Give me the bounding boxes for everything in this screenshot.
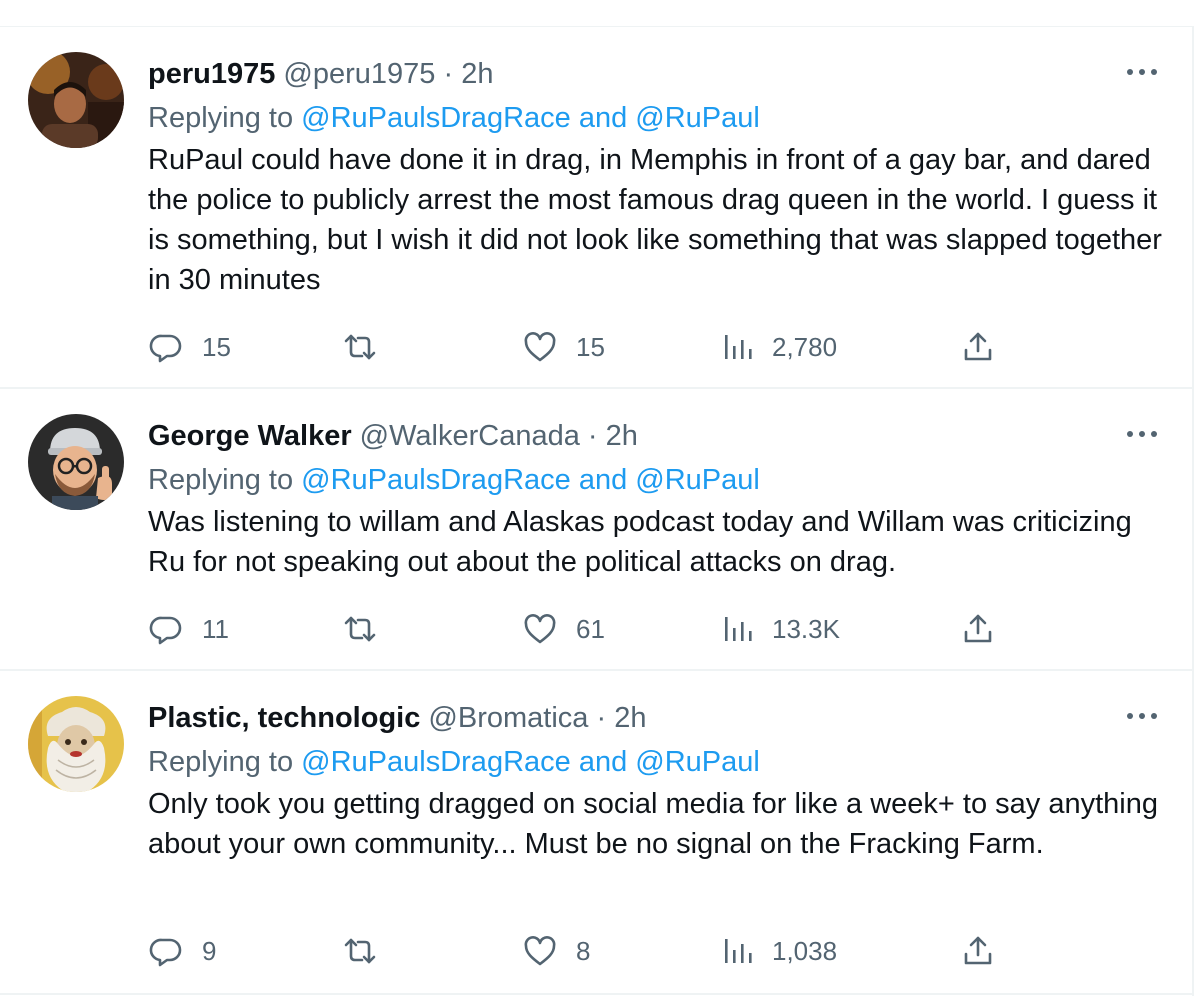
reply-count: 15 [202,331,231,362]
share-icon [960,611,996,647]
heart-icon [522,933,558,969]
tweet-header: Plastic, technologic @Bromatica · 2h [148,698,646,738]
display-name[interactable]: peru1975 [148,58,275,90]
replying-to: Replying to @RuPaulsDragRace and @RuPaul [148,742,760,782]
replying-to: Replying to @RuPaulsDragRace and @RuPaul [148,460,760,500]
separator-dot: · [443,58,454,90]
tweet-header: George Walker @WalkerCanada · 2h [148,416,638,456]
replying-to: Replying to @RuPaulsDragRace and @RuPaul [148,98,760,138]
reply-count: 11 [202,613,229,644]
tweet-3[interactable]: Plastic, technologic @Bromatica · 2h Rep… [0,671,1194,995]
replying-to-link[interactable]: @RuPaulsDragRace and @RuPaul [301,102,760,134]
heart-icon [522,611,558,647]
share-icon [960,933,996,969]
tweet-text: Only took you getting dragged on social … [148,788,1158,860]
views-icon [722,933,754,969]
timestamp[interactable]: 2h [461,58,493,90]
views-count: 1,038 [772,935,838,966]
retweet-button[interactable] [340,931,398,971]
tweet-text: Was listening to willam and Alaskas podc… [148,506,1132,578]
user-handle[interactable]: @Bromatica [428,702,588,734]
timestamp[interactable]: 2h [614,702,646,734]
like-button[interactable]: 15 [522,327,605,367]
share-button[interactable] [960,327,996,367]
views-count: 13.3K [772,613,840,644]
views-button[interactable]: 2,780 [722,327,837,367]
timestamp[interactable]: 2h [606,420,638,452]
like-count: 8 [576,935,591,966]
user-handle[interactable]: @peru1975 [283,58,435,90]
like-button[interactable]: 8 [522,931,590,971]
reply-icon [148,329,184,365]
action-bar: 9 8 1,038 [148,931,1028,971]
reply-button[interactable]: 15 [148,327,231,367]
action-bar: 11 61 13.3K [148,609,1028,649]
display-name[interactable]: George Walker [148,420,352,452]
share-button[interactable] [960,609,996,649]
reply-button[interactable]: 11 [148,609,229,649]
views-button[interactable]: 1,038 [722,931,837,971]
like-count: 15 [576,331,605,362]
retweet-button[interactable] [340,327,398,367]
retweet-icon [340,933,380,969]
reply-count: 9 [202,935,217,966]
avatar[interactable] [28,696,124,792]
replying-to-link[interactable]: @RuPaulsDragRace and @RuPaul [301,746,760,778]
share-button[interactable] [960,931,996,971]
separator-dot: · [596,702,607,734]
replying-to-link[interactable]: @RuPaulsDragRace and @RuPaul [301,464,760,496]
heart-icon [522,329,558,365]
tweet-text: RuPaul could have done it in drag, in Me… [148,144,1162,296]
reply-icon [148,611,184,647]
more-icon[interactable] [1122,701,1162,731]
like-count: 61 [576,613,605,644]
like-button[interactable]: 61 [522,609,605,649]
reply-icon [148,933,184,969]
separator-dot: · [587,420,598,452]
reply-button[interactable]: 9 [148,931,216,971]
more-icon[interactable] [1122,419,1162,449]
views-button[interactable]: 13.3K [722,609,840,649]
replying-prefix: Replying to [148,102,294,134]
tweet-header: peru1975 @peru1975 · 2h [148,54,493,94]
views-count: 2,780 [772,331,838,362]
views-icon [722,611,754,647]
retweet-icon [340,611,380,647]
retweet-icon [340,329,380,365]
views-icon [722,329,754,365]
avatar[interactable] [28,52,124,148]
share-icon [960,329,996,365]
more-icon[interactable] [1122,57,1162,87]
tweet-1[interactable]: peru1975 @peru1975 · 2h Replying to @RuP… [0,27,1194,389]
tweet-2[interactable]: George Walker @WalkerCanada · 2h Replyin… [0,389,1194,671]
replying-prefix: Replying to [148,464,294,496]
action-bar: 15 15 2,780 [148,327,1028,367]
retweet-button[interactable] [340,609,398,649]
user-handle[interactable]: @WalkerCanada [360,420,580,452]
display-name[interactable]: Plastic, technologic [148,702,420,734]
avatar[interactable] [28,414,124,510]
replying-prefix: Replying to [148,746,294,778]
